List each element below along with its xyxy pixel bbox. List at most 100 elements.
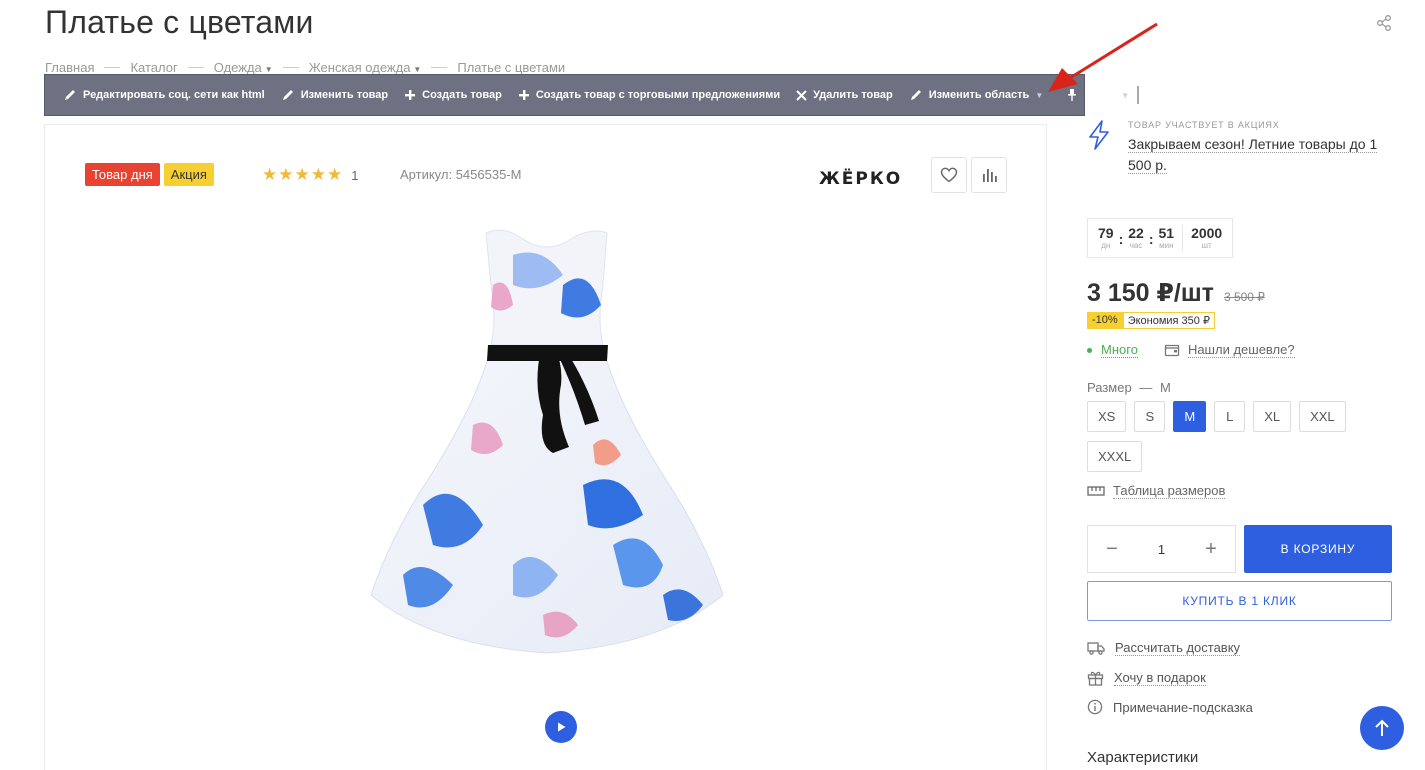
breadcrumb-catalog[interactable]: Каталог bbox=[130, 60, 177, 75]
edit-area-label: Изменить область bbox=[928, 89, 1030, 101]
product-sku: Артикул: 5456535-М bbox=[400, 167, 522, 182]
breadcrumb-home[interactable]: Главная bbox=[45, 60, 94, 75]
edit-product-label: Изменить товар bbox=[300, 89, 389, 101]
size-option-s[interactable]: S bbox=[1134, 401, 1166, 432]
share-icon[interactable] bbox=[1375, 14, 1393, 32]
old-price: 3 500 ₽ bbox=[1223, 290, 1265, 304]
price-block: 3 150 ₽/шт 3 500 ₽ bbox=[1087, 278, 1265, 308]
hint-note-label: Примечание-подсказка bbox=[1113, 699, 1253, 715]
create-product-with-offers-label: Создать товар с торговыми предложениями bbox=[535, 89, 781, 101]
breadcrumb-separator bbox=[282, 67, 299, 68]
gift-label: Хочу в подарок bbox=[1114, 670, 1206, 686]
breadcrumb-womens-label: Женская одежда bbox=[308, 60, 411, 75]
found-cheaper-link[interactable]: Нашли дешевле? bbox=[1164, 342, 1295, 358]
countdown-stock: 2000 шт bbox=[1187, 226, 1226, 251]
wallet-icon bbox=[1164, 344, 1180, 357]
availability-row: Много Нашли дешевле? bbox=[1087, 342, 1295, 358]
gift-link[interactable]: Хочу в подарок bbox=[1087, 670, 1206, 686]
countdown-separator: : bbox=[1148, 231, 1154, 247]
add-to-cart-button[interactable]: В КОРЗИНУ bbox=[1244, 525, 1392, 573]
quantity-value[interactable]: 1 bbox=[1158, 542, 1165, 557]
heart-icon bbox=[940, 167, 958, 183]
create-product-button[interactable]: Создать товар bbox=[396, 75, 510, 115]
edit-social-html-button[interactable]: Редактировать соц. сети как html bbox=[55, 75, 273, 115]
hint-note[interactable]: Примечание-подсказка bbox=[1087, 699, 1253, 715]
countdown-days: 79 дн bbox=[1094, 226, 1118, 251]
edit-product-button[interactable]: Изменить товар bbox=[273, 75, 396, 115]
stock-status[interactable]: Много bbox=[1101, 342, 1138, 358]
brand-logo[interactable]: ЖЁРКО bbox=[819, 169, 902, 189]
info-icon bbox=[1087, 699, 1103, 715]
breadcrumb: Главная Каталог Одежда ▼ Женская одежда ▼ … bbox=[45, 60, 565, 75]
arrow-up-icon bbox=[1375, 719, 1389, 736]
gift-icon bbox=[1087, 671, 1104, 686]
rating-stars: ★★★★★ bbox=[262, 165, 344, 184]
edit-social-html-label: Редактировать соц. сети как html bbox=[83, 89, 265, 101]
calc-delivery-label: Рассчитать доставку bbox=[1115, 640, 1241, 656]
breadcrumb-current: Платье с цветами bbox=[457, 60, 566, 75]
admin-toolbar: Редактировать соц. сети как html Изменит… bbox=[44, 74, 1140, 116]
countdown-divider bbox=[1182, 225, 1184, 251]
favorite-button[interactable] bbox=[931, 157, 967, 193]
discount-percent: -10% bbox=[1087, 312, 1123, 329]
size-option-m[interactable]: M bbox=[1173, 401, 1207, 432]
breadcrumb-separator bbox=[187, 67, 204, 68]
product-badges: Товар дня Акция bbox=[85, 163, 214, 186]
increase-quantity-button[interactable]: + bbox=[1201, 538, 1221, 561]
discount-block: -10% Экономия 350 ₽ bbox=[1087, 312, 1215, 329]
ruler-icon bbox=[1087, 486, 1105, 496]
size-option-xxl[interactable]: XXL bbox=[1299, 401, 1346, 432]
decrease-quantity-button[interactable]: − bbox=[1102, 538, 1122, 561]
create-product-with-offers-button[interactable]: Создать товар с торговыми предложениями bbox=[510, 75, 788, 115]
product-image[interactable] bbox=[363, 225, 731, 657]
size-table-label: Таблица размеров bbox=[1113, 483, 1226, 499]
play-icon bbox=[558, 722, 566, 732]
countdown-hours: 22 час bbox=[1124, 225, 1148, 251]
size-option-xs[interactable]: XS bbox=[1087, 401, 1127, 432]
countdown-minutes-value: 51 bbox=[1158, 225, 1175, 241]
breadcrumb-womens-clothing[interactable]: Женская одежда ▼ bbox=[309, 60, 422, 75]
size-option-xl[interactable]: XL bbox=[1253, 401, 1292, 432]
edit-area-button[interactable]: Изменить область ▼ bbox=[901, 75, 1052, 115]
countdown-separator: : bbox=[1118, 231, 1124, 247]
settings-button[interactable]: ▼ bbox=[1091, 75, 1137, 115]
countdown-days-unit: дн bbox=[1101, 241, 1111, 250]
delete-product-label: Удалить товар bbox=[813, 89, 893, 101]
caret-down-icon: ▼ bbox=[413, 65, 422, 74]
calc-delivery-link[interactable]: Рассчитать доставку bbox=[1087, 640, 1241, 656]
lightning-icon bbox=[1089, 120, 1109, 150]
countdown-minutes-unit: мин bbox=[1159, 241, 1174, 250]
size-label-text: Размер bbox=[1087, 380, 1132, 395]
size-option-xxxl[interactable]: XXXL bbox=[1087, 441, 1143, 472]
countdown-minutes: 51 мин bbox=[1155, 225, 1179, 251]
compare-button[interactable] bbox=[971, 157, 1007, 193]
buy-one-click-button[interactable]: КУПИТЬ В 1 КЛИК bbox=[1087, 581, 1392, 621]
breadcrumb-clothing-label: Одежда bbox=[213, 60, 262, 75]
scroll-to-top-button[interactable] bbox=[1360, 706, 1404, 750]
countdown-timer: 79 дн : 22 час : 51 мин 2000 шт bbox=[1087, 218, 1234, 258]
close-icon bbox=[796, 89, 807, 101]
sale-badge: Акция bbox=[163, 163, 214, 186]
play-video-button[interactable] bbox=[545, 711, 577, 743]
pencil-icon bbox=[910, 90, 921, 100]
page-title: Платье с цветами bbox=[45, 4, 314, 40]
size-option-l[interactable]: L bbox=[1214, 401, 1246, 432]
promo-link[interactable]: Закрываем сезон! Летние товары до 1 500 … bbox=[1128, 136, 1378, 174]
pin-button[interactable] bbox=[1059, 75, 1091, 115]
product-page: Платье с цветами Главная Каталог Одежда ▼… bbox=[0, 0, 1425, 770]
delete-product-button[interactable]: Удалить товар bbox=[788, 75, 901, 115]
caret-down-icon: ▼ bbox=[1121, 90, 1130, 100]
stock-status-dot bbox=[1087, 347, 1092, 353]
rating[interactable]: ★★★★★ 1 bbox=[262, 165, 358, 185]
found-cheaper-label: Нашли дешевле? bbox=[1187, 342, 1295, 358]
gear-icon bbox=[1101, 88, 1114, 102]
truck-icon bbox=[1087, 642, 1105, 655]
breadcrumb-clothing[interactable]: Одежда ▼ bbox=[214, 60, 273, 75]
reviews-count: 1 bbox=[351, 167, 359, 183]
deal-of-day-badge: Товар дня bbox=[85, 163, 160, 186]
drag-handle-right[interactable] bbox=[1137, 86, 1140, 104]
countdown-stock-unit: шт bbox=[1201, 241, 1212, 250]
create-product-label: Создать товар bbox=[422, 89, 502, 101]
countdown-hours-value: 22 bbox=[1128, 225, 1144, 241]
size-table-link[interactable]: Таблица размеров bbox=[1087, 483, 1226, 499]
